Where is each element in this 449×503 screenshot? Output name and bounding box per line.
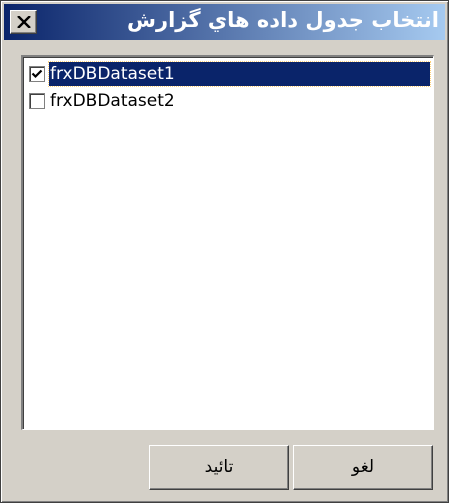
dataset2-label[interactable]: frxDBDataset2 <box>49 89 430 113</box>
dataset1-label[interactable]: frxDBDataset1 <box>48 61 431 87</box>
title-bar[interactable]: انتخاب جدول داده هاي گزارش <box>4 4 445 40</box>
cancel-button[interactable]: لغو <box>293 445 433 490</box>
dialog-window: انتخاب جدول داده هاي گزارش frxDBDataset1… <box>0 0 449 503</box>
close-icon <box>17 16 31 28</box>
dataset2-checkbox[interactable] <box>29 93 45 109</box>
list-item-dataset2[interactable]: frxDBDataset2 <box>27 88 430 114</box>
dataset1-checkbox[interactable] <box>29 66 45 82</box>
close-button[interactable] <box>10 10 37 34</box>
list-item-dataset1[interactable]: frxDBDataset1 <box>27 61 431 87</box>
dataset-checklist[interactable]: frxDBDataset1 frxDBDataset2 <box>21 55 434 430</box>
checkmark-icon <box>31 69 43 79</box>
dialog-title: انتخاب جدول داده هاي گزارش <box>127 8 439 32</box>
ok-button[interactable]: تائيد <box>149 445 289 490</box>
